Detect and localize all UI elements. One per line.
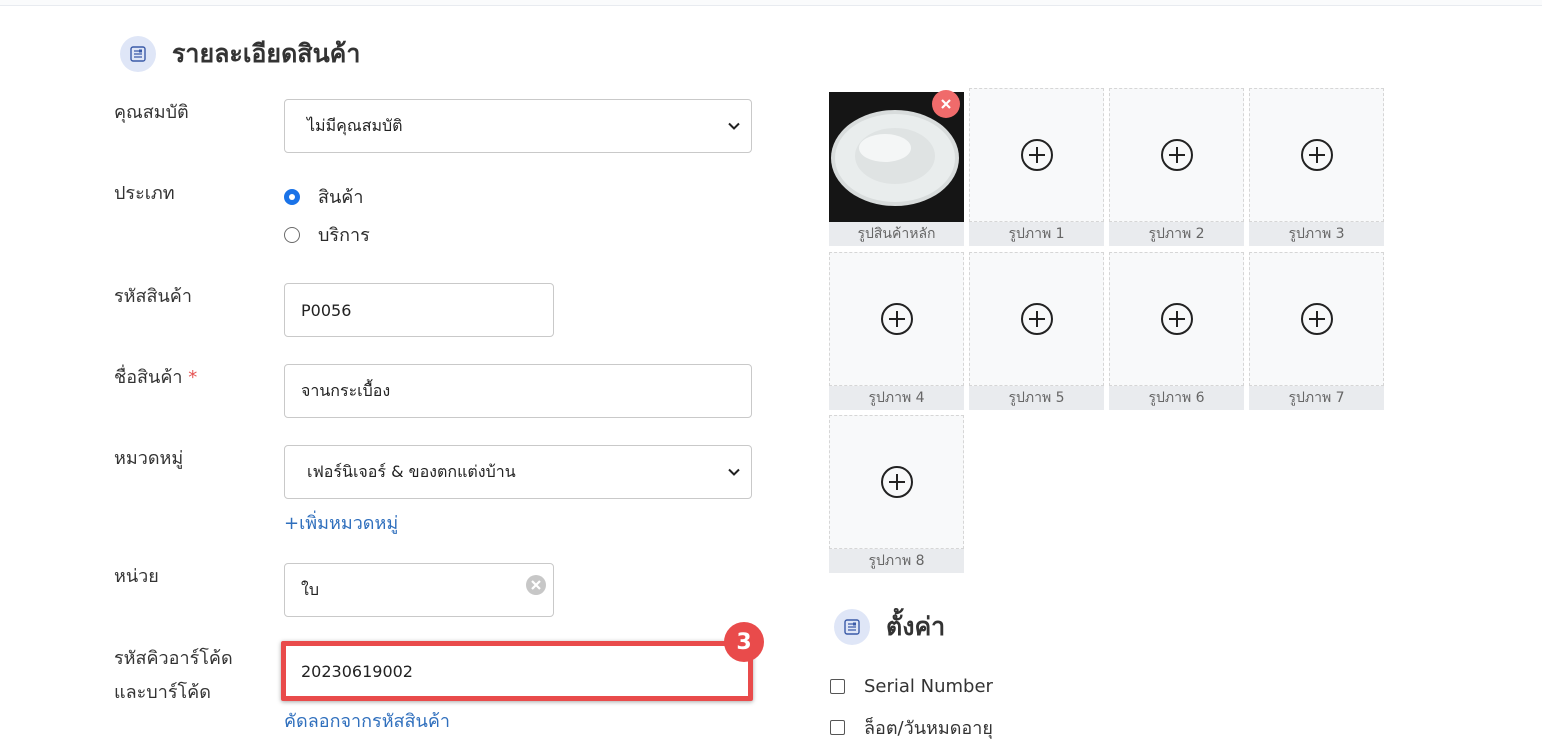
- option-label: Serial Number: [864, 676, 993, 697]
- image-slot-6[interactable]: รูปภาพ 6: [1109, 252, 1244, 410]
- chevron-down-icon: [727, 117, 741, 136]
- add-image-icon[interactable]: [880, 465, 914, 499]
- attribute-select[interactable]: ไม่มีคุณสมบัติ: [284, 99, 752, 153]
- top-border: [0, 0, 1542, 6]
- product-name-label: ชื่อสินค้า *: [114, 361, 197, 395]
- section-title: รายละเอียดสินค้า: [172, 39, 361, 68]
- add-category-link[interactable]: +เพิ่มหมวดหมู่: [284, 508, 398, 537]
- image-slot-5[interactable]: รูปภาพ 5: [969, 252, 1104, 410]
- add-image-icon[interactable]: [1300, 302, 1334, 336]
- image-slot-1[interactable]: รูปภาพ 1: [969, 88, 1104, 246]
- main-image-slot[interactable]: รูปสินค้าหลัก: [829, 88, 964, 246]
- serial-number-option[interactable]: Serial Number: [830, 676, 993, 697]
- image-slot-4[interactable]: รูปภาพ 4: [829, 252, 964, 410]
- serial-number-checkbox[interactable]: [830, 679, 845, 694]
- product-name-value: จานกระเบื้อง: [301, 380, 391, 400]
- product-details-header: รายละเอียดสินค้า: [120, 34, 360, 74]
- type-option-label: สินค้า: [318, 187, 364, 208]
- image-caption: รูปสินค้าหลัก: [829, 222, 964, 246]
- image-slot-2[interactable]: รูปภาพ 2: [1109, 88, 1244, 246]
- image-caption: รูปภาพ 5: [969, 386, 1104, 410]
- radio-product[interactable]: [284, 188, 300, 205]
- lot-expiry-option[interactable]: ล็อต/วันหมดอายุ: [830, 713, 993, 742]
- product-name-label-text: ชื่อสินค้า: [114, 367, 183, 388]
- settings-header: ตั้งค่า: [834, 607, 945, 647]
- radio-service[interactable]: [284, 226, 300, 243]
- image-slot-3[interactable]: รูปภาพ 3: [1249, 88, 1384, 246]
- chevron-down-icon: [727, 463, 741, 482]
- add-image-icon[interactable]: [1160, 138, 1194, 172]
- type-option-product[interactable]: สินค้า: [284, 182, 363, 211]
- product-code-value: P0056: [301, 300, 352, 320]
- clear-icon[interactable]: [525, 574, 547, 600]
- category-select[interactable]: เฟอร์นิเจอร์ & ของตกแต่งบ้าน: [284, 445, 752, 499]
- lot-expiry-checkbox[interactable]: [830, 720, 845, 735]
- type-option-service[interactable]: บริการ: [284, 220, 370, 249]
- type-option-label: บริการ: [318, 225, 370, 246]
- category-value: เฟอร์นิเจอร์ & ของตกแต่งบ้าน: [307, 461, 516, 481]
- attribute-value: ไม่มีคุณสมบัติ: [307, 115, 403, 135]
- unit-input[interactable]: ใบ: [284, 563, 554, 617]
- image-caption: รูปภาพ 1: [969, 222, 1104, 246]
- remove-image-button[interactable]: [932, 90, 960, 118]
- barcode-label-line2: และบาร์โค้ด: [114, 682, 211, 703]
- add-image-icon[interactable]: [880, 302, 914, 336]
- product-code-input[interactable]: P0056: [284, 283, 554, 337]
- type-label: ประเภท: [114, 183, 175, 204]
- image-caption: รูปภาพ 7: [1249, 386, 1384, 410]
- document-icon: [120, 36, 156, 72]
- product-code-label: รหัสสินค้า: [114, 286, 192, 307]
- image-caption: รูปภาพ 2: [1109, 222, 1244, 246]
- image-slot-8[interactable]: รูปภาพ 8: [829, 415, 964, 573]
- attribute-label: คุณสมบัติ: [114, 102, 189, 123]
- annotation-highlight-box: [281, 641, 753, 701]
- unit-value: ใบ: [301, 579, 319, 599]
- annotation-step-badge: 3: [724, 622, 764, 662]
- image-slot-7[interactable]: รูปภาพ 7: [1249, 252, 1384, 410]
- category-label: หมวดหมู่: [114, 448, 184, 469]
- add-image-icon[interactable]: [1020, 138, 1054, 172]
- barcode-label-line1: รหัสคิวอาร์โค้ด: [114, 648, 233, 669]
- add-image-icon[interactable]: [1300, 138, 1334, 172]
- unit-label: หน่วย: [114, 566, 159, 587]
- product-name-input[interactable]: จานกระเบื้อง: [284, 364, 752, 418]
- option-label: ล็อต/วันหมดอายุ: [864, 718, 993, 739]
- image-caption: รูปภาพ 4: [829, 386, 964, 410]
- required-mark: *: [188, 367, 198, 388]
- document-icon: [834, 609, 870, 645]
- add-image-icon[interactable]: [1160, 302, 1194, 336]
- add-image-icon[interactable]: [1020, 302, 1054, 336]
- copy-from-product-code-link[interactable]: คัดลอกจากรหัสสินค้า: [284, 706, 450, 735]
- barcode-label: รหัสคิวอาร์โค้ด และบาร์โค้ด: [114, 642, 233, 710]
- section-title: ตั้งค่า: [886, 612, 946, 641]
- image-caption: รูปภาพ 3: [1249, 222, 1384, 246]
- image-caption: รูปภาพ 6: [1109, 386, 1244, 410]
- image-caption: รูปภาพ 8: [829, 549, 964, 573]
